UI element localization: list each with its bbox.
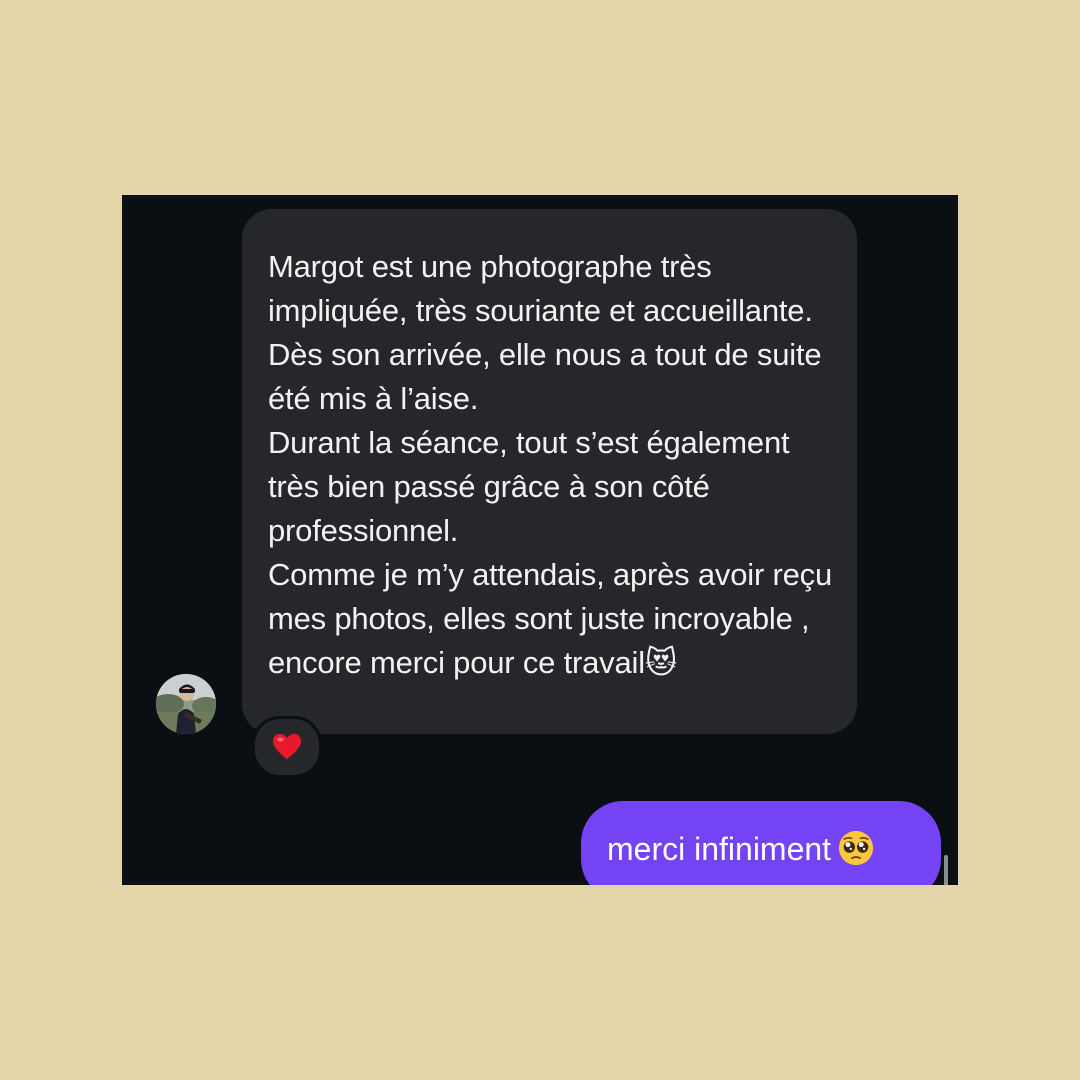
red-heart-icon <box>273 733 301 760</box>
outgoing-message-text: merci infiniment <box>607 831 832 867</box>
scrollbar[interactable] <box>944 855 948 885</box>
message-paragraph: Comme je m’y attendais, après avoir reçu… <box>268 553 833 685</box>
avatar[interactable] <box>156 674 216 734</box>
message-paragraph: Durant la séance, tout s’est également t… <box>268 425 790 548</box>
pleading-face-emoji-icon <box>838 830 874 866</box>
message-paragraph-text: Comme je m’y attendais, après avoir reçu… <box>268 557 833 680</box>
message-paragraph: Margot est une photographe très impliqué… <box>268 249 822 416</box>
heart-reaction[interactable] <box>252 716 322 778</box>
heart-eyes-cat-emoji: 😻 <box>644 645 678 681</box>
chat-screen: Margot est une photographe très impliqué… <box>122 195 958 885</box>
rider-avatar-icon <box>156 674 216 734</box>
outgoing-message-bubble[interactable]: merci infiniment <box>581 801 941 885</box>
incoming-message-bubble[interactable]: Margot est une photographe très impliqué… <box>242 209 857 734</box>
